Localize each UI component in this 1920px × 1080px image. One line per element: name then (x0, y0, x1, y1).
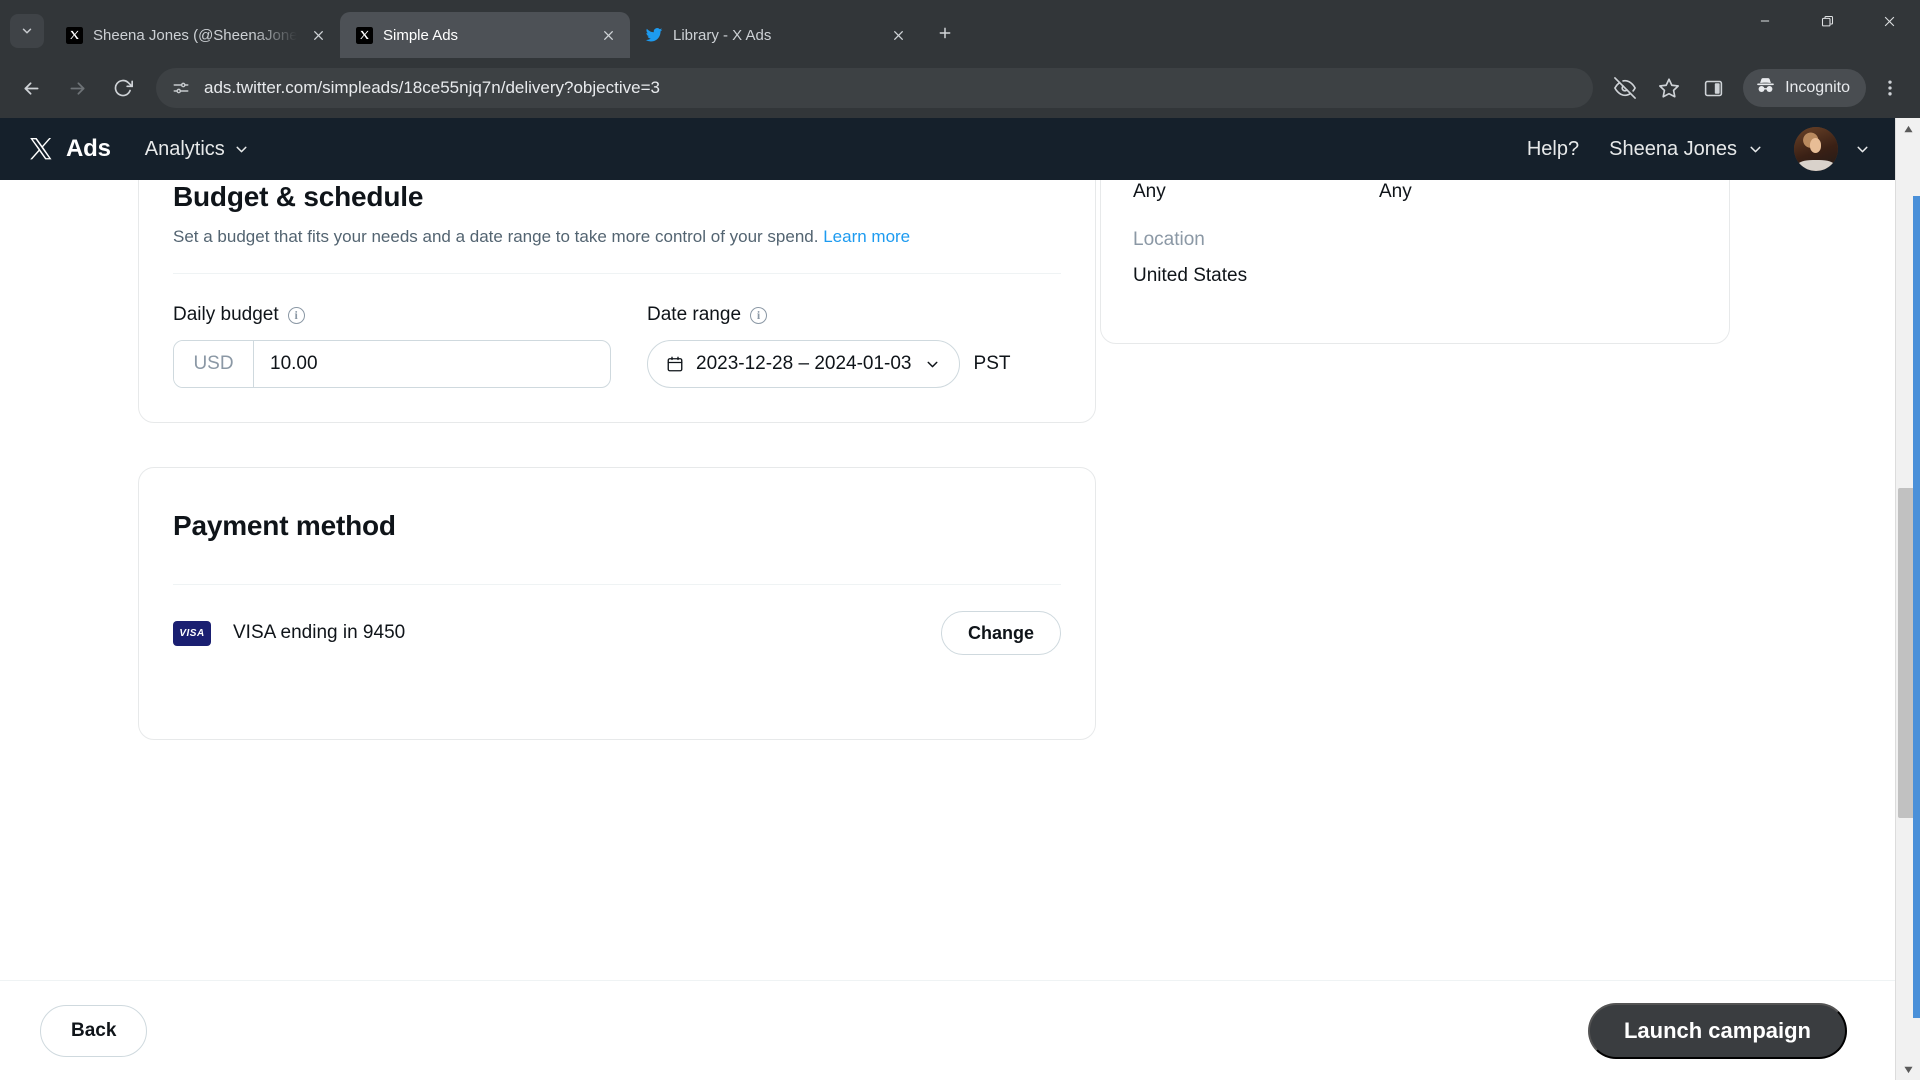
nav-analytics[interactable]: Analytics (145, 138, 250, 161)
scroll-highlight-edge (1913, 196, 1920, 1018)
budget-subtitle-text: Set a budget that fits your needs and a … (173, 227, 819, 246)
tab-search-button[interactable] (10, 14, 44, 48)
scroll-up-arrow[interactable] (1896, 118, 1920, 140)
window-close-button[interactable] (1858, 0, 1920, 42)
chevron-down-icon (22, 28, 32, 34)
address-bar[interactable]: ads.twitter.com/simpleads/18ce55njq7n/de… (156, 68, 1594, 108)
twitter-bird-icon (644, 25, 664, 45)
back-button-page[interactable]: Back (40, 1004, 148, 1057)
payment-method-row: VISA VISA ending in 9450 Change (173, 585, 1061, 685)
browser-tab-2-close-icon[interactable] (596, 23, 620, 47)
window-controls (1734, 0, 1920, 42)
summary-value-right: Any (1379, 181, 1412, 202)
chevron-down-icon (1750, 146, 1761, 152)
nav-analytics-label: Analytics (144, 137, 225, 160)
browser-tab-3-close-icon[interactable] (886, 23, 910, 47)
main-column: Budget & schedule Set a budget that fits… (0, 180, 1100, 740)
three-dot-menu-icon (1888, 80, 1892, 96)
browser-tab-1-title: Sheena Jones (@SheenaJone49 (93, 26, 297, 44)
daily-budget-input[interactable]: USD 10.00 (173, 340, 611, 388)
summary-top-row: Any Any (1133, 181, 1697, 203)
app-header: Ads Analytics Help? Sheena Jones (0, 118, 1895, 180)
payment-method-card: Payment method VISA VISA ending in 9450 … (138, 467, 1096, 740)
help-link[interactable]: Help? (1527, 138, 1579, 161)
back-button[interactable] (10, 67, 52, 109)
budget-section-title: Budget & schedule (173, 181, 424, 212)
bookmark-star-icon[interactable] (1649, 68, 1689, 108)
account-name: Sheena Jones (1609, 137, 1737, 160)
new-tab-button[interactable] (928, 16, 962, 50)
forward-button[interactable] (56, 67, 98, 109)
date-range-field: Date range i 2023-12-28 – 2024-01-03 PST (647, 304, 1010, 388)
date-range-label-wrap: Date range i (647, 304, 1010, 326)
address-bar-url: ads.twitter.com/simpleads/18ce55njq7n/de… (204, 78, 660, 97)
browser-tab-1[interactable]: Sheena Jones (@SheenaJone49 (50, 12, 340, 58)
side-panel-icon[interactable] (1693, 68, 1733, 108)
info-icon[interactable]: i (287, 306, 305, 324)
chevron-down-icon[interactable] (1854, 141, 1871, 158)
date-range-row: 2023-12-28 – 2024-01-03 PST (647, 340, 1010, 388)
page-viewport: Ads Analytics Help? Sheena Jones Budget … (0, 118, 1920, 1080)
date-range-select[interactable]: 2023-12-28 – 2024-01-03 (647, 340, 960, 388)
budget-section-subtitle: Set a budget that fits your needs and a … (173, 227, 1061, 247)
currency-prefix: USD (174, 341, 254, 387)
tab-strip: Sheena Jones (@SheenaJone49 Simple Ads L… (0, 0, 1920, 58)
window-maximize-button[interactable] (1796, 0, 1858, 42)
daily-budget-value[interactable]: 10.00 (254, 341, 610, 387)
summary-col-right: Any (1379, 181, 1625, 203)
eye-off-icon[interactable] (1605, 68, 1645, 108)
x-logo-icon (28, 136, 54, 162)
incognito-label: Incognito (1785, 79, 1850, 96)
calendar-icon (667, 356, 683, 372)
summary-value-left: Any (1133, 181, 1166, 202)
browser-toolbar: ads.twitter.com/simpleads/18ce55njq7n/de… (0, 58, 1920, 118)
browser-tab-2-title: Simple Ads (383, 26, 459, 44)
app-header-right: Help? Sheena Jones (1527, 127, 1871, 171)
budget-schedule-card: Budget & schedule Set a budget that fits… (138, 180, 1096, 423)
site-settings-icon[interactable] (170, 77, 192, 99)
incognito-icon (1755, 75, 1776, 101)
summary-col-left: Any (1133, 181, 1379, 203)
browser-window: Sheena Jones (@SheenaJone49 Simple Ads L… (0, 0, 1920, 1080)
brand-logo[interactable]: Ads (28, 135, 111, 163)
reload-button[interactable] (102, 67, 144, 109)
payment-card-text: VISA ending in 9450 (233, 622, 406, 643)
launch-campaign-label: Launch campaign (1623, 1017, 1811, 1043)
browser-menu-button[interactable] (1870, 68, 1910, 108)
incognito-indicator[interactable]: Incognito (1743, 69, 1866, 107)
wizard-action-bar: Back Launch campaign (0, 980, 1895, 1080)
change-payment-button[interactable]: Change (940, 611, 1061, 655)
visa-card-icon: VISA (173, 620, 211, 646)
budget-fields-row: Daily budget i USD 10.00 Date range i 20… (173, 274, 1061, 422)
chevron-down-icon (927, 361, 938, 367)
page-content: Budget & schedule Set a budget that fits… (0, 180, 1895, 1018)
window-minimize-button[interactable] (1734, 0, 1796, 42)
browser-tab-3-title: Library - X Ads (673, 26, 772, 44)
date-range-label: Date range (647, 304, 742, 325)
browser-tab-1-close-icon[interactable] (306, 23, 330, 47)
chevron-down-icon (236, 146, 247, 152)
info-icon[interactable]: i (750, 306, 768, 324)
budget-learn-more-link[interactable]: Learn more (823, 227, 910, 246)
launch-campaign-button[interactable]: Launch campaign (1587, 1002, 1847, 1059)
avatar[interactable] (1794, 127, 1838, 171)
browser-tab-3[interactable]: Library - X Ads (630, 12, 920, 58)
daily-budget-field: Daily budget i USD 10.00 (173, 304, 611, 388)
payment-section-title: Payment method (173, 510, 396, 541)
summary-location-value: United States (1133, 265, 1248, 286)
brand-text: Ads (66, 135, 111, 162)
date-range-value: 2023-12-28 – 2024-01-03 (696, 353, 912, 374)
x-logo-icon (64, 25, 84, 45)
content-columns: Budget & schedule Set a budget that fits… (0, 180, 1895, 740)
daily-budget-label: Daily budget (173, 304, 279, 325)
scroll-down-arrow[interactable] (1896, 1058, 1920, 1080)
x-logo-icon (354, 25, 374, 45)
summary-column: Any Any Location United States (1100, 180, 1760, 740)
daily-budget-label-wrap: Daily budget i (173, 304, 611, 326)
browser-tab-2[interactable]: Simple Ads (340, 12, 630, 58)
campaign-summary-card: Any Any Location United States (1100, 180, 1730, 344)
summary-location-label: Location (1133, 229, 1205, 250)
timezone-label: PST (973, 353, 1011, 374)
account-menu[interactable]: Sheena Jones (1609, 138, 1764, 161)
